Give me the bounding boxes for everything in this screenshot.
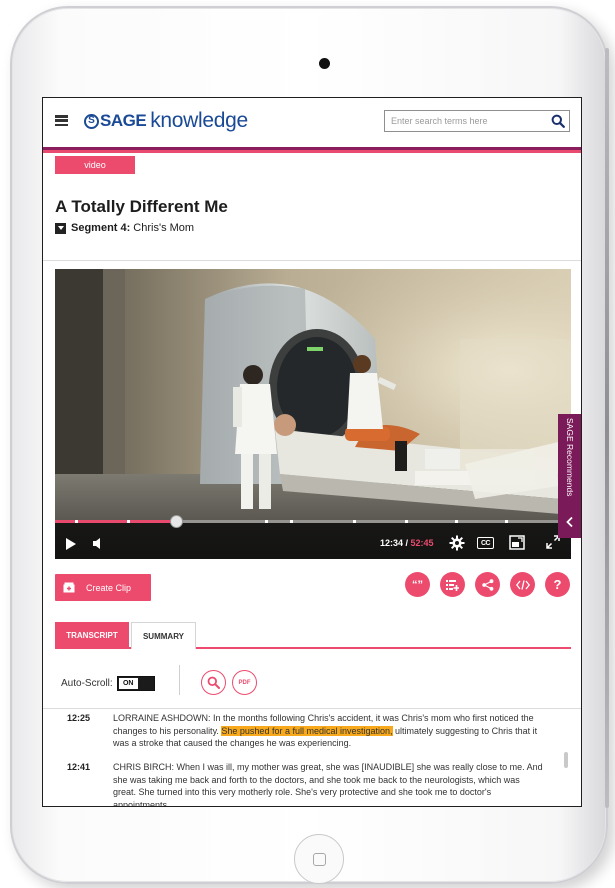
share-glyph bbox=[481, 578, 493, 591]
transcript-panel: 12:25 LORRAINE ASHDOWN: In the months fo… bbox=[43, 708, 581, 807]
tab-summary[interactable]: SUMMARY bbox=[131, 622, 196, 649]
chapter-marker[interactable] bbox=[405, 520, 408, 523]
time-separator: / bbox=[403, 538, 411, 548]
help-icon[interactable]: ? bbox=[545, 572, 570, 597]
transcript-scrollbar[interactable] bbox=[562, 708, 570, 806]
autoscroll-control: Auto-Scroll: ON bbox=[61, 676, 155, 691]
segment-name: Chris's Mom bbox=[133, 222, 195, 234]
create-clip-label: Create Clip bbox=[86, 582, 132, 593]
content-type-badge: video bbox=[55, 156, 135, 174]
autoscroll-state: ON bbox=[118, 678, 138, 689]
gear-icon[interactable] bbox=[449, 535, 465, 551]
video-progress-bar[interactable] bbox=[55, 515, 571, 528]
chapter-marker[interactable] bbox=[505, 520, 508, 523]
content-tabs: TRANSCRIPT SUMMARY bbox=[55, 622, 571, 649]
sage-knowledge-logo[interactable]: S SAGE knowledge bbox=[84, 109, 248, 133]
chapter-marker[interactable] bbox=[265, 520, 268, 523]
chapter-marker[interactable] bbox=[290, 520, 293, 523]
sage-recommends-label: SAGE Recommends bbox=[565, 418, 575, 497]
autoscroll-label: Auto-Scroll: bbox=[61, 678, 113, 689]
transcript-text-before: CHRIS BIRCH: When I was ill, my mother w… bbox=[113, 762, 543, 807]
pdf-label: PDF bbox=[238, 679, 251, 686]
page-title: A Totally Different Me bbox=[55, 197, 228, 216]
cite-icon-glyph: “” bbox=[412, 578, 423, 591]
video-time-display: 12:34 / 52:45 bbox=[380, 538, 434, 548]
tab-transcript[interactable]: TRANSCRIPT bbox=[55, 622, 129, 649]
logo-sage-text: SAGE bbox=[100, 111, 147, 130]
transcript-highlight: She pushed for a full medical investigat… bbox=[221, 725, 393, 736]
embed-code-icon[interactable] bbox=[510, 572, 535, 597]
current-time: 12:34 bbox=[380, 538, 404, 548]
chevron-left-icon[interactable] bbox=[564, 516, 576, 528]
progress-fill bbox=[55, 520, 176, 523]
share-icon[interactable] bbox=[475, 572, 500, 597]
chapter-marker[interactable] bbox=[127, 520, 130, 523]
add-to-list-icon[interactable] bbox=[440, 572, 465, 597]
total-duration: 52:45 bbox=[410, 538, 434, 548]
browser-screen: S SAGE knowledge video A Totally Differe… bbox=[42, 97, 582, 807]
search-box bbox=[384, 110, 570, 132]
volume-icon[interactable] bbox=[92, 537, 106, 550]
sage-logo-mark: S bbox=[84, 113, 99, 129]
sage-recommends-tab[interactable]: SAGE Recommends bbox=[558, 414, 581, 538]
hamburger-menu-icon[interactable] bbox=[55, 115, 68, 126]
scrollbar-thumb[interactable] bbox=[564, 752, 568, 768]
toolbar-divider bbox=[179, 665, 180, 695]
cite-icon[interactable]: “” bbox=[405, 572, 430, 597]
picture-in-picture-icon[interactable] bbox=[509, 535, 525, 550]
video-player[interactable]: 12:34 / 52:45 CC bbox=[55, 269, 571, 559]
transcript-timestamp[interactable]: 12:41 bbox=[67, 761, 90, 774]
tablet-frame-scene: S SAGE knowledge video A Totally Differe… bbox=[0, 0, 615, 888]
list-plus-glyph bbox=[446, 579, 459, 591]
embed-glyph bbox=[515, 579, 530, 590]
chevron-down-icon[interactable] bbox=[55, 222, 66, 234]
chapter-marker[interactable] bbox=[353, 520, 356, 523]
front-camera bbox=[319, 58, 330, 69]
site-header: S SAGE knowledge bbox=[43, 98, 581, 153]
create-clip-icon bbox=[63, 582, 75, 593]
chapter-marker[interactable] bbox=[455, 520, 458, 523]
play-icon[interactable] bbox=[65, 538, 77, 550]
home-button[interactable] bbox=[294, 834, 344, 884]
help-glyph: ? bbox=[553, 577, 562, 592]
segment-selector[interactable]: Segment 4: Chris's Mom bbox=[55, 222, 194, 234]
search-icon bbox=[207, 676, 220, 689]
chapter-marker[interactable] bbox=[75, 520, 78, 523]
search-icon[interactable] bbox=[551, 114, 565, 128]
create-clip-button[interactable]: Create Clip bbox=[55, 574, 151, 601]
divider bbox=[43, 260, 581, 261]
transcript-text: CHRIS BIRCH: When I was ill, my mother w… bbox=[113, 761, 545, 807]
video-frame-image bbox=[55, 269, 571, 559]
search-input[interactable] bbox=[385, 111, 545, 131]
autoscroll-toggle[interactable]: ON bbox=[116, 676, 155, 691]
transcript-timestamp[interactable]: 12:25 bbox=[67, 712, 90, 725]
segment-label: Segment 4: bbox=[71, 222, 131, 234]
progress-scrubber-handle[interactable] bbox=[170, 515, 183, 528]
transcript-text: LORRAINE ASHDOWN: In the months followin… bbox=[113, 712, 545, 750]
closed-captions-button[interactable]: CC bbox=[477, 537, 494, 549]
logo-knowledge-text: knowledge bbox=[150, 109, 248, 132]
pdf-download-button[interactable]: PDF bbox=[232, 670, 257, 695]
transcript-search-button[interactable] bbox=[201, 670, 226, 695]
